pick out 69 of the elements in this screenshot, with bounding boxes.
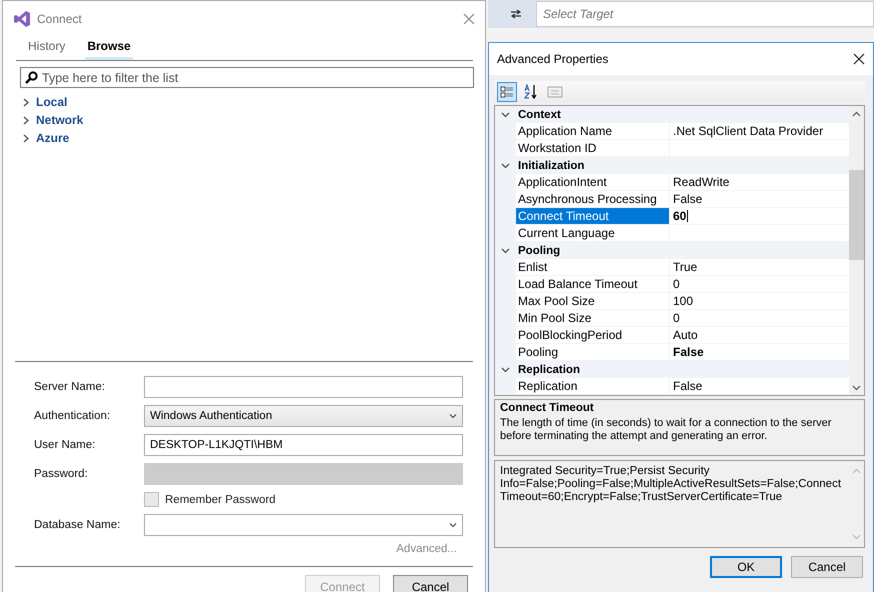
field-label: Authentication: [34,410,112,422]
property-value[interactable]: True [670,259,849,276]
property-name[interactable]: Min Pool Size [516,310,670,327]
property-pages-icon [547,85,563,99]
tree-item[interactable]: Local [36,95,68,109]
category-header: Initialization [517,160,584,172]
input-field[interactable] [144,376,463,398]
description-text: The length of time (in seconds) to wait for a connection to the server before terminating the attempt and generating an error. [500,417,832,443]
property-value[interactable]: .Net SqlClient Data Provider [670,123,849,140]
dialog-title: Connect [37,12,83,26]
field-label: Password: [34,468,89,480]
field-label: User Name: [34,439,96,451]
chevron-icon[interactable] [501,365,510,374]
advanced-link[interactable]: Advanced... [390,542,463,556]
category-header: Pooling [517,244,560,256]
property-value[interactable]: 0 [670,310,849,327]
scrollbar[interactable] [849,106,864,395]
tab[interactable]: Browse [85,37,133,60]
chevron-icon[interactable] [21,98,30,106]
chevron-icon [449,522,457,528]
logo-icon [13,10,31,28]
target-field[interactable]: Select Target [536,1,874,27]
property-value[interactable]: 100 [670,293,849,310]
property-name[interactable]: Max Pool Size [516,293,670,310]
chevron-icon[interactable] [501,110,510,119]
field-label: Server Name: [34,381,106,393]
property-value[interactable]: 60 [670,208,849,225]
dialog-title: Advanced Properties [497,52,608,66]
swap-icon[interactable] [510,9,522,19]
property-value[interactable]: ReadWrite [670,174,849,191]
scroll-up-icon[interactable] [852,110,861,119]
category-header: Context [517,108,561,120]
property-name[interactable]: Connect Timeout [516,208,670,225]
chevron-icon [449,413,457,419]
property-value[interactable]: False [670,191,849,208]
search-icon [25,71,38,84]
tree-item[interactable]: Network [36,113,84,127]
close-icon [853,53,865,65]
categorized-view-button[interactable] [497,82,517,102]
checkbox-label: Remember Password [165,494,276,506]
chevron-icon[interactable] [501,246,510,255]
dialog-button[interactable]: Cancel [791,556,863,578]
categorized-list-icon [500,85,514,99]
property-name[interactable]: ApplicationIntent [516,174,670,191]
close-button[interactable] [853,53,865,65]
dialog-button[interactable]: OK [710,556,782,578]
property-name[interactable]: Replication [516,378,670,395]
property-value[interactable]: Auto [670,327,849,344]
chevron-icon[interactable] [501,161,510,170]
property-name[interactable]: Enlist [516,259,670,276]
property-name[interactable]: Load Balance Timeout [516,276,670,293]
property-name[interactable]: PoolBlockingPeriod [516,327,670,344]
input-field[interactable]: DESKTOP-L1KJQTI\HBM [144,434,463,456]
property-value[interactable]: 0 [670,276,849,293]
close-icon [463,13,475,25]
property-name[interactable]: Application Name [516,123,670,140]
chevron-icon[interactable] [21,134,30,142]
property-value[interactable]: False [670,378,849,395]
tree-item[interactable]: Azure [36,131,70,145]
sort-az-icon [523,84,539,100]
field-label: Database Name: [34,519,122,531]
chevron-icon[interactable] [21,116,30,124]
dropdown[interactable]: Windows Authentication [144,405,463,427]
dialog-button[interactable]: Cancel [393,575,468,592]
tab[interactable]: History [26,37,68,60]
category-header: Replication [517,364,580,376]
description-title: Connect Timeout [500,402,595,414]
filter-field[interactable]: Type here to filter the list [20,67,474,88]
scroll-down-icon[interactable] [852,383,861,392]
